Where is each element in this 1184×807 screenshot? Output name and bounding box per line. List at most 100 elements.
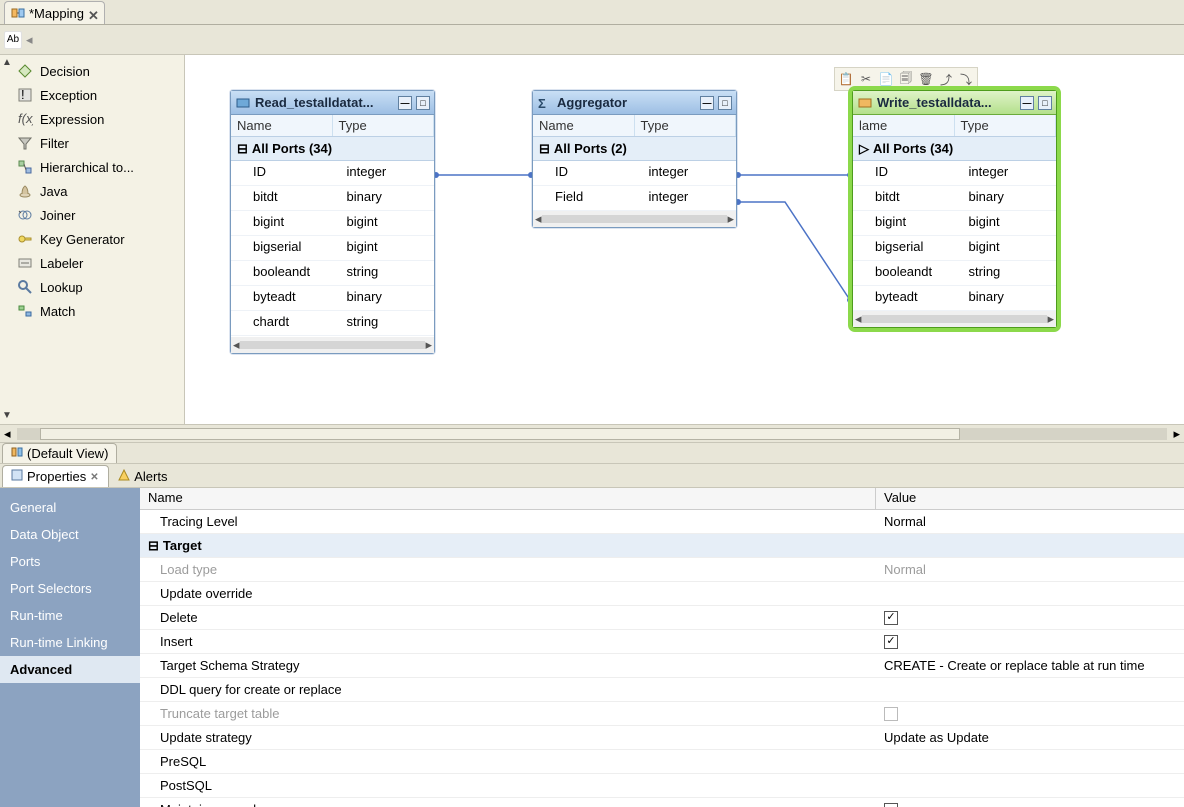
props-row-value[interactable]: Update as Update — [876, 728, 1184, 747]
cut-icon[interactable]: ✂ — [857, 70, 875, 88]
port-row[interactable]: IDinteger — [533, 161, 736, 186]
palette-scroll-down-icon[interactable]: ▼ — [2, 410, 14, 422]
props-row-value[interactable]: ✓ — [876, 609, 1184, 627]
props-row[interactable]: Update strategyUpdate as Update — [140, 726, 1184, 750]
props-row-value[interactable]: Normal — [876, 512, 1184, 531]
port-row[interactable]: byteadtbinary — [231, 286, 434, 311]
props-row-value[interactable]: Normal — [876, 560, 1184, 579]
port-row[interactable]: bitdtbinary — [853, 186, 1056, 211]
port-row[interactable]: IDinteger — [231, 161, 434, 186]
props-row-value[interactable]: CREATE - Create or replace table at run … — [876, 656, 1184, 675]
port-row[interactable]: bigintbigint — [853, 211, 1056, 236]
canvas-hscroll[interactable]: ◂ ▸ — [0, 424, 1184, 442]
palette-item-lookup[interactable]: Lookup — [2, 275, 182, 299]
all-ports-toggle[interactable]: ⊟ All Ports (2) — [533, 137, 736, 161]
delete-icon[interactable]: 🗑 — [917, 70, 935, 88]
props-row[interactable]: Truncate target table — [140, 702, 1184, 726]
checkbox[interactable]: ✓ — [884, 611, 898, 625]
props-side-ports[interactable]: Ports — [0, 548, 140, 575]
props-row[interactable]: PostSQL — [140, 774, 1184, 798]
minimize-icon[interactable]: — — [1020, 96, 1034, 110]
palette-item-labeler[interactable]: Labeler — [2, 251, 182, 275]
port-row[interactable]: chardtstring — [231, 311, 434, 336]
col-name-header[interactable]: Name — [533, 115, 635, 136]
col-type-header[interactable]: Type — [955, 115, 1057, 136]
props-side-data-object[interactable]: Data Object — [0, 521, 140, 548]
maximize-icon[interactable]: □ — [1038, 96, 1052, 110]
col-name-header[interactable]: Name — [231, 115, 333, 136]
palette-item-java[interactable]: Java — [2, 179, 182, 203]
port-row[interactable]: bigintbigint — [231, 211, 434, 236]
palette-item-decision[interactable]: Decision — [2, 59, 182, 83]
port-row[interactable]: bigserialbigint — [231, 236, 434, 261]
port-row[interactable]: byteadtbinary — [853, 286, 1056, 311]
task-aggregator[interactable]: Σ Aggregator — □ Name Type ⊟ All Ports (… — [532, 90, 737, 228]
props-head-value[interactable]: Value — [876, 488, 1184, 509]
props-side-port-selectors[interactable]: Port Selectors — [0, 575, 140, 602]
props-row[interactable]: Target Schema StrategyCREATE - Create or… — [140, 654, 1184, 678]
col-type-header[interactable]: Type — [333, 115, 435, 136]
paste-icon[interactable]: 📄 — [877, 70, 895, 88]
palette-item-key-generator[interactable]: Key Generator — [2, 227, 182, 251]
props-head-name[interactable]: Name — [140, 488, 876, 509]
props-row-value[interactable]: ✓ — [876, 633, 1184, 651]
port-row[interactable]: IDinteger — [853, 161, 1056, 186]
props-side-advanced[interactable]: Advanced — [0, 656, 140, 683]
props-row-value[interactable] — [876, 705, 1184, 723]
port-row[interactable]: bitdtbinary — [231, 186, 434, 211]
props-row-value[interactable] — [876, 801, 1184, 807]
palette-item-hierarchical-to-[interactable]: Hierarchical to... — [2, 155, 182, 179]
collapse-icon[interactable]: ⊟ — [148, 538, 159, 553]
port-row[interactable]: booleandtstring — [231, 261, 434, 286]
default-view-tab[interactable]: (Default View) — [2, 443, 117, 463]
minimize-icon[interactable]: — — [398, 96, 412, 110]
close-icon[interactable]: ✕ — [90, 472, 100, 482]
task-write[interactable]: Write_testalldata... — □ lame Type ▷ All… — [852, 90, 1057, 328]
palette-item-filter[interactable]: Filter — [2, 131, 182, 155]
task-read[interactable]: Read_testalldatat... — □ Name Type ⊟ All… — [230, 90, 435, 354]
props-side-run-time[interactable]: Run-time — [0, 602, 140, 629]
all-ports-toggle[interactable]: ▷ All Ports (34) — [853, 137, 1056, 161]
minimize-icon[interactable]: — — [700, 96, 714, 110]
props-row-value[interactable] — [876, 760, 1184, 764]
props-row[interactable]: Insert✓ — [140, 630, 1184, 654]
port-row[interactable]: booleandtstring — [853, 261, 1056, 286]
maximize-icon[interactable]: □ — [416, 96, 430, 110]
copy-icon[interactable]: 📋 — [837, 70, 855, 88]
props-row[interactable]: ⊟Target — [140, 534, 1184, 558]
text-tool-icon[interactable]: Ab — [4, 31, 22, 49]
props-row[interactable]: DDL query for create or replace — [140, 678, 1184, 702]
alerts-tab[interactable]: Alerts — [109, 465, 176, 487]
palette-item-expression[interactable]: f(x)Expression — [2, 107, 182, 131]
props-row[interactable]: Delete✓ — [140, 606, 1184, 630]
port-row[interactable]: Fieldinteger — [533, 186, 736, 211]
props-row[interactable]: Update override — [140, 582, 1184, 606]
props-row-value[interactable] — [876, 784, 1184, 788]
col-type-header[interactable]: Type — [635, 115, 737, 136]
all-ports-toggle[interactable]: ⊟ All Ports (34) — [231, 137, 434, 161]
checkbox[interactable]: ✓ — [884, 635, 898, 649]
props-row[interactable]: PreSQL — [140, 750, 1184, 774]
move-down-icon[interactable]: ⤵ — [957, 70, 975, 88]
props-row[interactable]: Maintain row order — [140, 798, 1184, 807]
mapping-tab[interactable]: *Mapping ✕ — [4, 1, 105, 24]
move-up-icon[interactable]: ⤴ — [937, 70, 955, 88]
props-row[interactable]: Tracing LevelNormal — [140, 510, 1184, 534]
props-row-value[interactable] — [876, 592, 1184, 596]
palette-scroll-up-icon[interactable]: ▲ — [2, 57, 14, 69]
props-row-value[interactable] — [876, 688, 1184, 692]
properties-tab[interactable]: Properties ✕ — [2, 465, 109, 487]
scroll-left-icon[interactable]: ◂ — [4, 426, 11, 442]
checkbox[interactable] — [884, 803, 898, 807]
maximize-icon[interactable]: □ — [718, 96, 732, 110]
col-name-header[interactable]: lame — [853, 115, 955, 136]
mapping-canvas[interactable]: 📋 ✂ 📄 🗐 🗑 ⤴ ⤵ Read_testalldatat... — □ — [185, 55, 1184, 424]
palette-item-exception[interactable]: !Exception — [2, 83, 182, 107]
props-row[interactable]: Load typeNormal — [140, 558, 1184, 582]
port-row[interactable]: bigserialbigint — [853, 236, 1056, 261]
scroll-right-icon[interactable]: ▸ — [1173, 426, 1180, 442]
props-side-run-time-linking[interactable]: Run-time Linking — [0, 629, 140, 656]
palette-item-match[interactable]: Match — [2, 299, 182, 323]
props-side-general[interactable]: General — [0, 494, 140, 521]
close-icon[interactable]: ✕ — [88, 8, 98, 18]
